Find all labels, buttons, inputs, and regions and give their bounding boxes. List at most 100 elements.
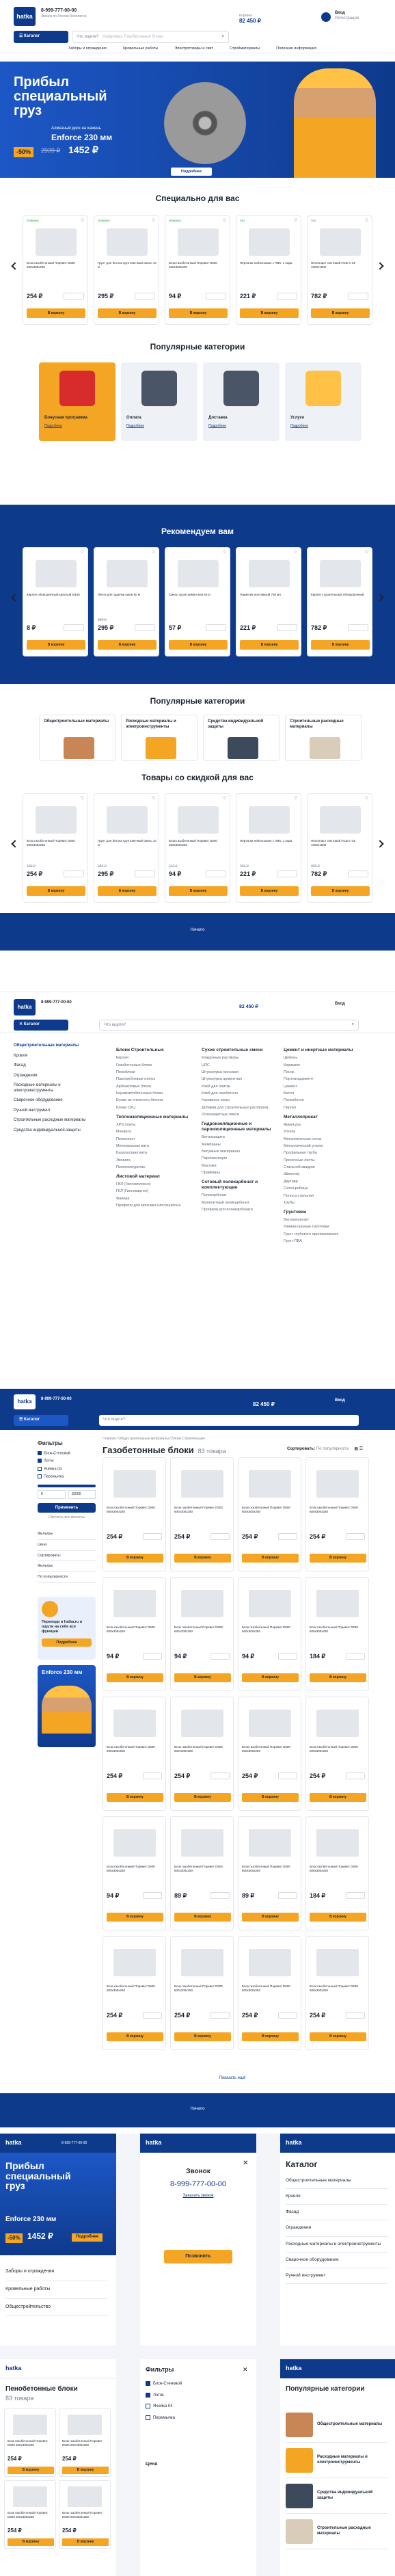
filter-checkbox[interactable]: Ячейка 04 — [146, 2404, 248, 2410]
catalog-link[interactable]: Портландцемент — [284, 1077, 372, 1082]
add-to-cart-button[interactable]: В корзину — [62, 2467, 109, 2474]
add-to-cart-button[interactable]: В корзину — [242, 1793, 299, 1802]
mobile-popular-item[interactable]: Общестроительные материалы — [286, 2407, 388, 2443]
catalog-link[interactable]: Бетоноконтакт — [284, 1218, 372, 1223]
quantity-stepper[interactable] — [135, 871, 155, 877]
product-name[interactable]: Блок газобетонный Поревит D500 600х300х2… — [107, 1865, 163, 1873]
catalog-link[interactable]: Мастики — [202, 1164, 280, 1169]
heart-icon[interactable]: ♡ — [365, 219, 368, 224]
product-name[interactable]: Блок газобетонный Поревит D500 600х300х2… — [107, 1745, 163, 1753]
catalog-link[interactable]: Штукатурка цементная — [202, 1077, 280, 1082]
popular-card[interactable]: Оплата Подробнее — [121, 362, 198, 441]
chevron-right-icon[interactable] — [376, 840, 384, 848]
product-card[interactable]: Блок газобетонный Поревит D500 600х300х2… — [305, 1697, 369, 1811]
product-name[interactable]: Кирпич облицовочный красный М150 — [27, 593, 85, 597]
cart[interactable]: Корзина 82 450 ₽ — [239, 14, 261, 25]
catalog-sidebar-item[interactable]: Сварочное оборудование — [14, 1098, 92, 1104]
heart-icon[interactable]: ♡ — [223, 219, 226, 224]
quantity-stepper[interactable] — [206, 871, 226, 877]
breadcrumb[interactable]: Главная / Общестроительные материалы / Б… — [103, 1437, 205, 1441]
quantity-stepper[interactable] — [143, 1892, 162, 1899]
checkbox-icon[interactable] — [38, 1474, 42, 1478]
catalog-link[interactable]: Керамзит — [284, 1063, 372, 1068]
catalog-link[interactable]: Уголок — [284, 1130, 372, 1134]
catalog-link[interactable]: Клей для газобетона — [202, 1091, 280, 1096]
product-card[interactable]: ♡ Герметик монтажный 750 мл 221 ₽ В корзину — [236, 547, 301, 656]
heart-icon[interactable]: ♡ — [81, 219, 84, 224]
mobile-menu-item[interactable]: Кровельные работы — [5, 2281, 108, 2299]
product-name[interactable]: Блок газобетонный Поревит D500 600х300х2… — [174, 1865, 231, 1873]
call-button[interactable]: Позвонить — [164, 2250, 232, 2263]
add-to-cart-button[interactable]: В корзину — [242, 1913, 299, 1922]
catalog-link[interactable]: Минвата — [116, 1130, 195, 1134]
hero-banner[interactable]: Прибыл специальный груз Алмазный диск на… — [0, 62, 395, 178]
catalog-link[interactable]: Щебень — [284, 1056, 372, 1061]
product-card[interactable]: Блок газобетонный Поревит D500 600х300х2… — [170, 1936, 234, 2050]
product-name[interactable]: Блок газобетонный Поревит D500 600х300х2… — [310, 1506, 366, 1514]
mobile-catalog-item[interactable]: Общестроительные материалы — [286, 2173, 388, 2190]
product-name[interactable]: Блок газобетонный Поревит D500 600х300х2… — [174, 1745, 231, 1753]
product-card[interactable]: Блок газобетонный Поревит D500 600х300х2… — [305, 1816, 369, 1930]
catalog-link[interactable]: Стальной квадрат — [284, 1165, 372, 1170]
add-to-cart-button[interactable]: В корзину — [240, 640, 299, 650]
product-name[interactable]: Перчатки нейлоновые с ПВХ, 1 пара — [240, 261, 299, 265]
heart-icon[interactable]: ♡ — [152, 219, 155, 224]
catalog-link[interactable]: Клей для плитки — [202, 1085, 280, 1089]
add-to-cart-button[interactable]: В корзину — [169, 640, 228, 650]
product-name[interactable]: Блок газобетонный Поревит D500 600х300х2… — [242, 1625, 299, 1634]
filter-group-header[interactable]: Фильтры — [38, 1561, 96, 1573]
quantity-stepper[interactable] — [143, 1533, 162, 1540]
mobile-phone[interactable]: 8-999-777-00-00 — [62, 2141, 87, 2145]
search-bar[interactable]: Что ищете? Например: Газобетонные блоки … — [72, 31, 229, 43]
product-name[interactable]: Блок газобетонный Поревит D500 600х300х2… — [310, 1745, 366, 1753]
quantity-stepper[interactable] — [278, 1772, 297, 1779]
catalog-sidebar-item[interactable]: Средства индивидуальной защиты — [14, 1128, 92, 1134]
quantity-stepper[interactable] — [277, 871, 297, 877]
add-to-cart-button[interactable]: В корзину — [310, 1673, 366, 1682]
call-phone[interactable]: 8-999-777-00-00 — [140, 2180, 256, 2190]
catalog-link[interactable]: Цемент — [284, 1085, 372, 1089]
catalog-sidebar-item[interactable]: Общестроительные материалы — [14, 1044, 92, 1049]
search-bar[interactable]: Что ищете? — [99, 1415, 359, 1426]
catalog-link[interactable]: Ветрозащита — [202, 1135, 280, 1140]
catalog-link[interactable]: Универсальные грунтовки — [284, 1225, 372, 1230]
product-card[interactable]: Блок газобетонный Поревит D500 600х300х2… — [4, 2480, 56, 2549]
checkbox-icon[interactable] — [38, 1459, 42, 1463]
hero-cta[interactable]: Подробнее — [171, 168, 212, 176]
product-name[interactable]: Блок газобетонный Поревит D500 600х300х2… — [242, 1865, 299, 1873]
nav-item[interactable]: Заборы и ограждения — [68, 47, 107, 51]
catalog-link[interactable]: Кладочные растворы — [202, 1056, 280, 1061]
add-to-cart-button[interactable]: В корзину — [8, 2538, 54, 2546]
checkbox-icon[interactable] — [146, 2392, 150, 2398]
search-bar[interactable]: Что ищете? ⌕ — [99, 1020, 359, 1031]
catalog-link[interactable]: Профили для монтажа гипсокартона — [116, 1204, 195, 1208]
product-card[interactable]: ♡ Кирпич строительный облицовочный 782 ₽ В … — [307, 547, 372, 656]
popular-link[interactable]: Подробнее — [290, 424, 308, 428]
quantity-stepper[interactable] — [346, 1533, 365, 1540]
quantity-stepper[interactable] — [210, 1772, 230, 1779]
product-card[interactable]: Блок газобетонный Поревит D500 600х300х2… — [103, 1697, 166, 1811]
quantity-stepper[interactable] — [64, 293, 84, 300]
catalog-link[interactable]: Пароизоляция — [202, 1156, 280, 1161]
catalog-link[interactable]: Двутавр — [284, 1180, 372, 1184]
popular2-card[interactable]: Строительные расходные материалы — [285, 715, 362, 761]
catalog-link[interactable]: Блоки из ячеистого бетона — [116, 1098, 195, 1103]
product-name[interactable]: Блок газобетонный Поревит D500 600х300х2… — [169, 261, 228, 269]
catalog-group-title[interactable]: Сотовый поликарбонат и комплектующие — [202, 1180, 280, 1191]
mobile-menu-item[interactable]: Общестройтельство — [5, 2299, 108, 2317]
logo[interactable]: hatka — [146, 2139, 162, 2147]
header-phone[interactable]: 8-999-777-00-00 — [41, 1000, 72, 1006]
catalog-link[interactable]: Профильная труба — [284, 1151, 372, 1156]
product-card[interactable]: Блок газобетонный Поревит D500 600х300х2… — [170, 1457, 234, 1571]
product-card[interactable]: Блок газобетонный Поревит D500 600х300х2… — [103, 1457, 166, 1571]
catalog-link[interactable]: Пеноблоки — [116, 1070, 195, 1075]
add-to-cart-button[interactable]: В корзину — [169, 886, 228, 896]
product-name[interactable]: Блок газобетонный Поревит D500 600х300х2… — [242, 1745, 299, 1753]
heart-icon[interactable]: ♡ — [223, 550, 226, 556]
add-to-cart-button[interactable]: В корзину — [310, 1554, 366, 1563]
quantity-stepper[interactable] — [277, 293, 297, 300]
product-card[interactable]: Блок газобетонный Поревит D500 600х300х2… — [170, 1577, 234, 1691]
quantity-stepper[interactable] — [206, 624, 226, 631]
cart-total[interactable]: 82 450 ₽ — [253, 1401, 275, 1408]
catalog-link[interactable]: Арматура — [284, 1123, 372, 1128]
